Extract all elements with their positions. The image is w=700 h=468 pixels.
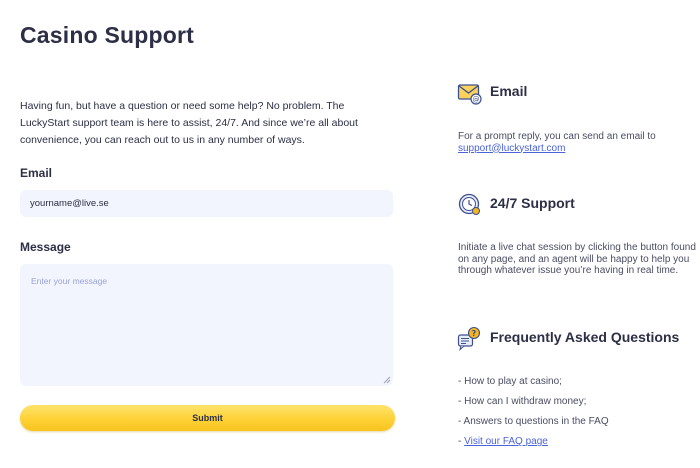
support-section-text: Initiate a live chat session by clicking…	[458, 242, 696, 276]
page-title: Casino Support	[20, 22, 195, 48]
email-section-text: For a prompt reply, you can send an emai…	[458, 131, 698, 154]
message-label: Message	[20, 240, 71, 254]
faq-list-item: - How to play at casino;	[458, 376, 562, 387]
email-field[interactable]	[20, 190, 393, 217]
clock-icon	[458, 193, 480, 215]
svg-text:?: ?	[472, 329, 477, 338]
support-section-title: 24/7 Support	[490, 195, 575, 211]
faq-list-item: - How can I withdraw money;	[458, 396, 587, 407]
envelope-icon: @	[457, 84, 482, 105]
intro-text: Having fun, but have a question or need …	[20, 100, 358, 146]
faq-list-item: - Answers to questions in the FAQ	[458, 416, 609, 427]
question-chat-icon: ?	[457, 326, 481, 351]
email-section-description: For a prompt reply, you can send an emai…	[458, 131, 656, 142]
faq-section-title: Frequently Asked Questions	[490, 329, 680, 345]
faq-page-link[interactable]: Visit our FAQ page	[464, 436, 548, 447]
resize-grip-icon[interactable]	[383, 376, 391, 384]
submit-button[interactable]: Submit	[20, 405, 395, 431]
email-label: Email	[20, 166, 53, 180]
support-email-link[interactable]: support@luckystart.com	[458, 143, 565, 154]
faq-link-item: - Visit our FAQ page	[458, 436, 609, 456]
message-field[interactable]	[20, 264, 393, 386]
email-section-title: Email	[490, 83, 528, 99]
faq-list: - How to play at casino; - How can I wit…	[458, 376, 609, 456]
svg-text:@: @	[473, 96, 480, 104]
